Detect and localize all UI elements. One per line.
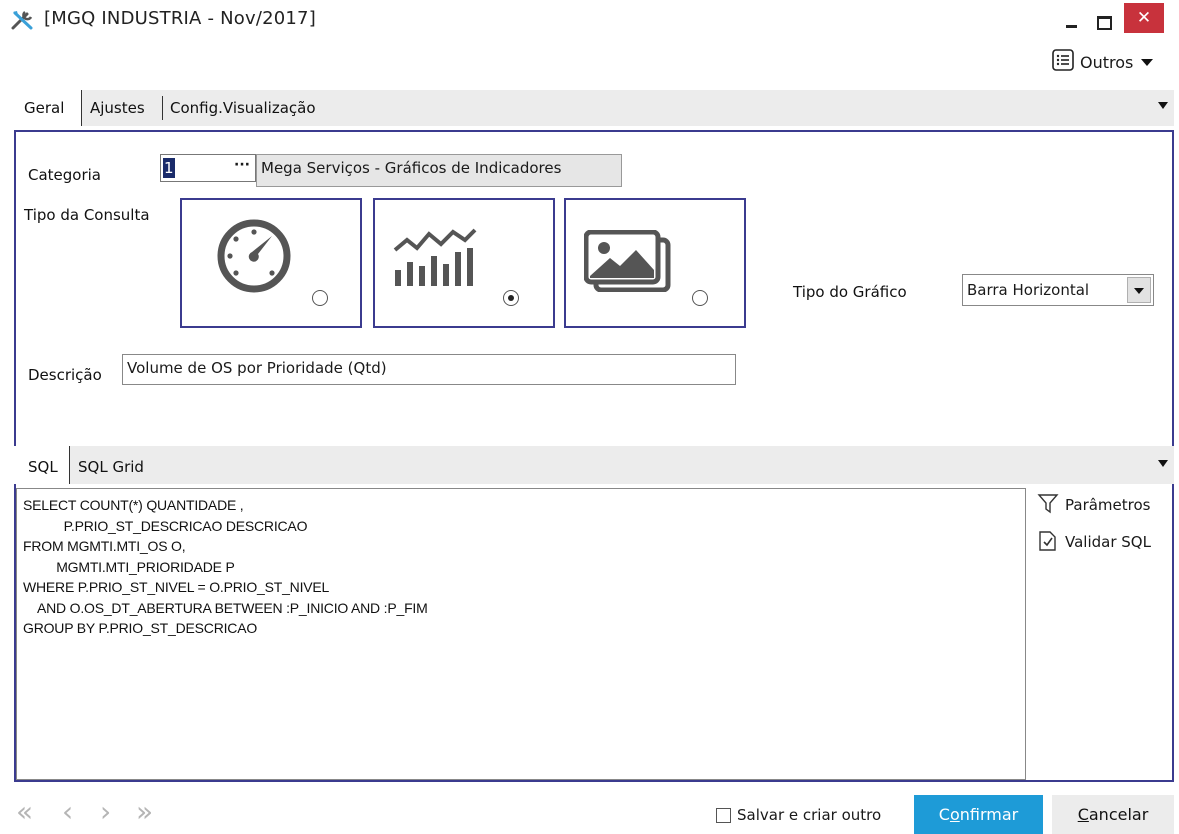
tipo-consulta-option-chart[interactable] [373, 198, 555, 328]
validar-sql-button[interactable]: Validar SQL [1037, 528, 1151, 556]
sql-line: P.PRIO_ST_DESCRICAO DESCRICAO [23, 517, 308, 534]
sql-line: MGMTI.MTI_PRIORIDADE P [23, 558, 235, 575]
categoria-input[interactable]: 1 ··· [160, 154, 256, 182]
chevron-down-icon[interactable] [1127, 277, 1151, 303]
tools-icon [10, 9, 36, 31]
tab-geral-label[interactable]: Geral [24, 99, 64, 117]
title-bar: [MGQ INDUSTRIA - Nov/2017] ✕ [0, 0, 1179, 40]
tipo-grafico-label: Tipo do Gráfico [793, 283, 907, 301]
image-icon [583, 229, 672, 296]
parametros-label: Parâmetros [1065, 496, 1151, 514]
radio-image[interactable] [692, 290, 708, 306]
sql-line: GROUP BY P.PRIO_ST_DESCRICAO [23, 620, 258, 636]
window-title: [MGQ INDUSTRIA - Nov/2017] [44, 8, 316, 29]
sql-line: FROM MGMTI.MTI_OS O, [23, 538, 186, 554]
tipo-grafico-value: Barra Horizontal [967, 281, 1090, 299]
sql-line: WHERE P.PRIO_ST_NIVEL = O.PRIO_ST_NIVEL [23, 579, 330, 595]
chart-icon [391, 226, 481, 290]
tab-sql-grid[interactable]: SQL Grid [78, 458, 144, 476]
confirmar-label-prefix: C [938, 805, 950, 824]
previous-record-button[interactable]: ‹ [62, 798, 73, 826]
confirmar-label-mnemonic: o [949, 805, 960, 824]
sql-editor[interactable]: SELECT COUNT(*) QUANTIDADE , P.PRIO_ST_D… [16, 488, 1026, 780]
last-record-button[interactable]: » [136, 798, 153, 826]
chevron-down-icon [1141, 58, 1154, 66]
outros-label: Outros [1080, 52, 1134, 72]
tipo-consulta-option-gauge[interactable] [180, 198, 362, 328]
gauge-icon [216, 218, 292, 298]
check-document-icon [1037, 528, 1065, 556]
cancelar-label-rest: ancelar [1088, 805, 1149, 824]
minimize-button[interactable] [1057, 6, 1087, 34]
tipo-consulta-label: Tipo da Consulta [24, 206, 150, 224]
salvar-criar-outro-label: Salvar e criar outro [737, 806, 882, 824]
close-button[interactable]: ✕ [1124, 3, 1164, 33]
filter-icon [1037, 492, 1065, 518]
confirmar-button[interactable]: Confirmar [914, 795, 1043, 834]
tab-ajustes[interactable]: Ajustes [90, 99, 145, 117]
parametros-button[interactable]: Parâmetros [1037, 492, 1150, 518]
sql-line: SELECT COUNT(*) QUANTIDADE , [23, 497, 244, 513]
radio-gauge[interactable] [312, 290, 328, 306]
categoria-value: 1 [163, 158, 175, 178]
checkbox-box[interactable] [716, 807, 731, 823]
validar-sql-label: Validar SQL [1065, 533, 1151, 551]
descricao-label: Descrição [28, 366, 102, 384]
sql-line: AND O.OS_DT_ABERTURA BETWEEN :P_INICIO A… [23, 599, 428, 616]
tab-sql-label[interactable]: SQL [28, 458, 58, 476]
salvar-criar-outro-checkbox[interactable]: Salvar e criar outro [716, 806, 881, 824]
tipo-grafico-select[interactable]: Barra Horizontal [962, 274, 1154, 306]
cancelar-label-mnemonic: C [1077, 805, 1089, 824]
categoria-lookup-button[interactable]: ··· [231, 157, 253, 179]
chevron-down-icon[interactable] [1158, 460, 1168, 467]
next-record-button[interactable]: › [100, 798, 111, 826]
outros-menu-button[interactable]: Outros [1052, 49, 1154, 75]
sql-tab-bar: SQL SQL Grid [14, 446, 1174, 484]
categoria-label: Categoria [28, 166, 102, 184]
descricao-input[interactable]: Volume de OS por Prioridade (Qtd) [122, 354, 736, 385]
first-record-button[interactable]: « [16, 798, 33, 826]
tab-separator [162, 96, 163, 120]
confirmar-label-rest: nfirmar [959, 805, 1019, 824]
radio-chart[interactable] [503, 290, 519, 306]
tab-config-visualizacao[interactable]: Config.Visualização [170, 99, 316, 117]
list-icon [1052, 49, 1080, 75]
categoria-description: Mega Serviços - Gráficos de Indicadores [256, 154, 622, 187]
maximize-button[interactable] [1088, 6, 1118, 34]
top-tab-bar: Geral Ajustes Config.Visualização [14, 90, 1174, 126]
tipo-consulta-option-image[interactable] [564, 198, 746, 328]
cancelar-button[interactable]: Cancelar [1052, 795, 1174, 834]
chevron-down-icon[interactable] [1158, 102, 1168, 109]
